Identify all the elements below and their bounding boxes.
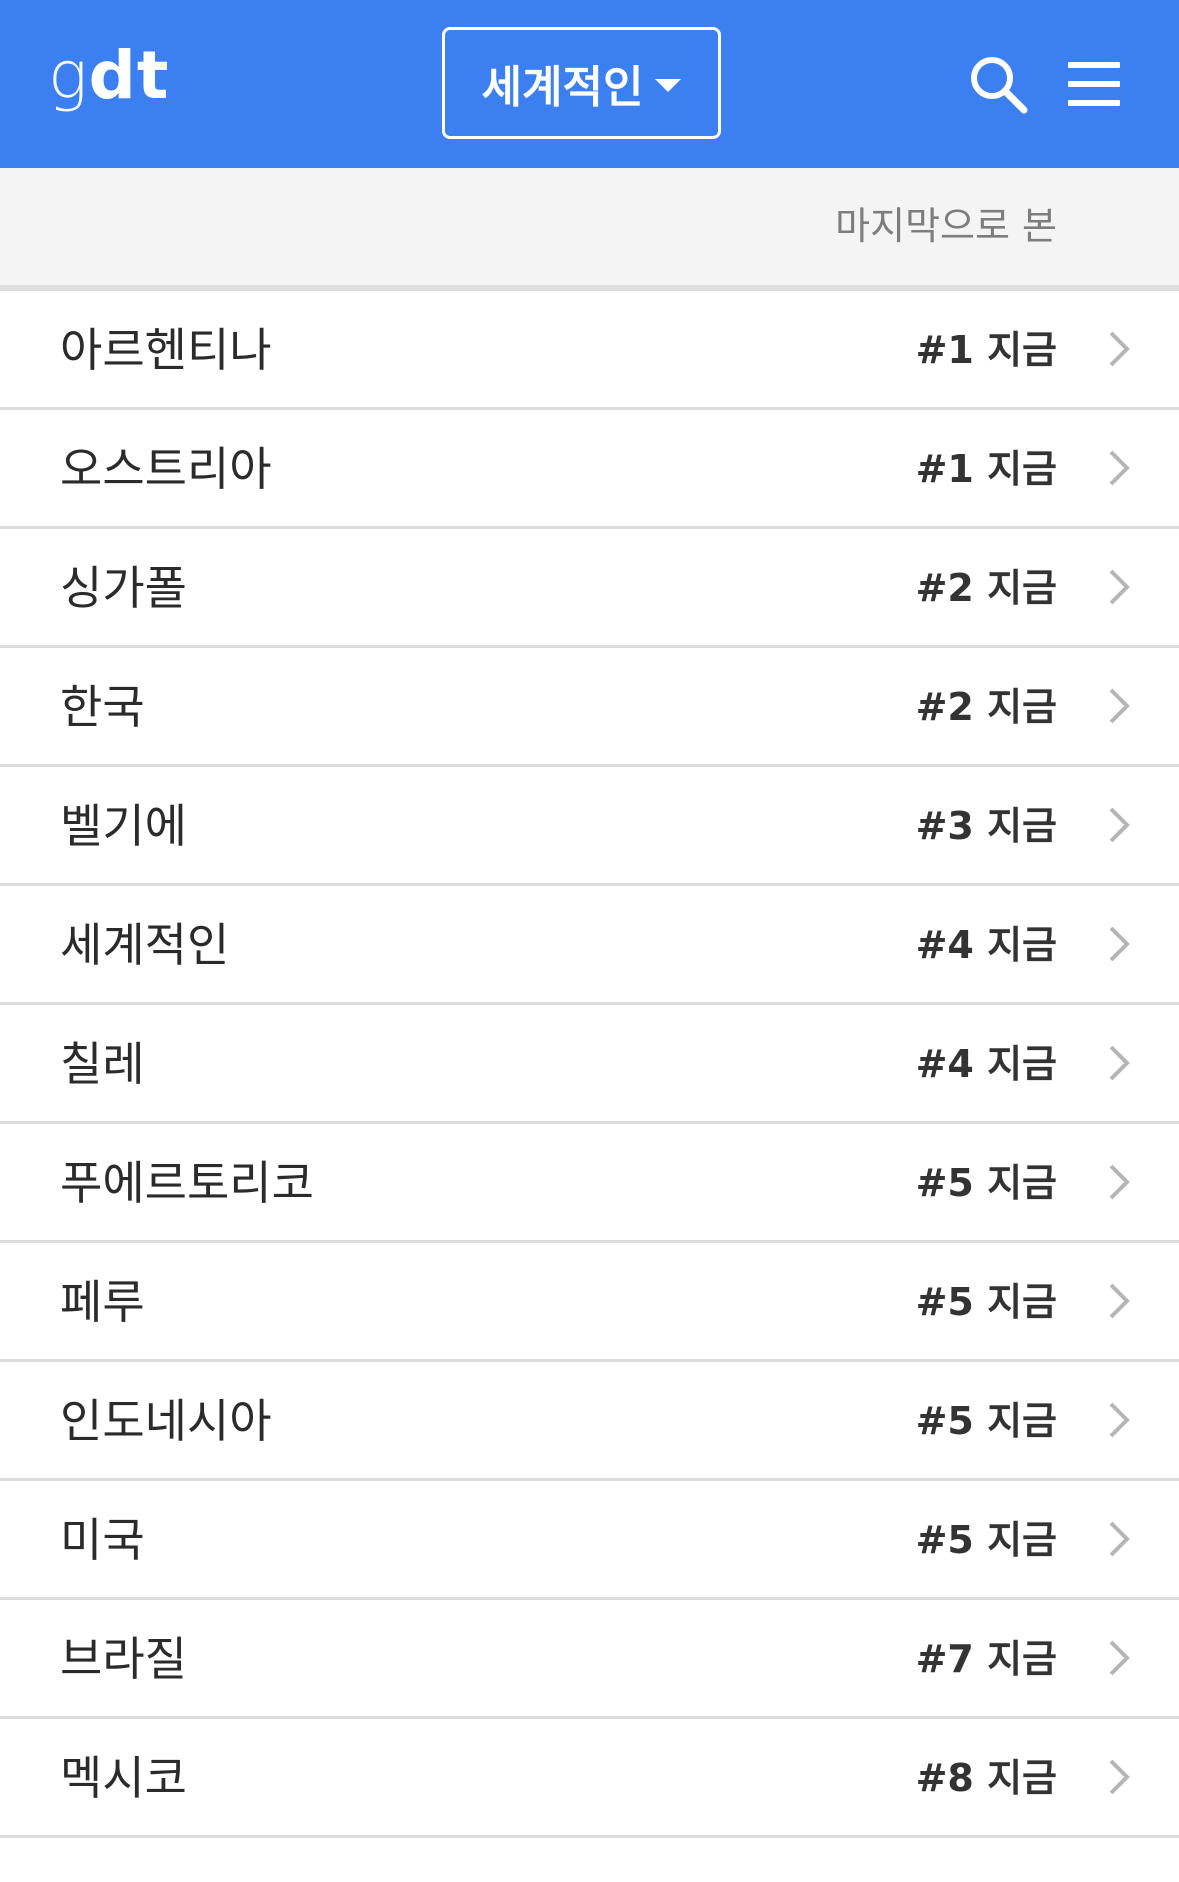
country-name: 페루: [60, 1275, 145, 1329]
list-item[interactable]: 싱가폴 #2 지금: [0, 529, 1179, 648]
country-name: 싱가폴: [60, 561, 187, 615]
list-item[interactable]: 인도네시아 #5 지금: [0, 1362, 1179, 1481]
rank-label: #8 지금: [915, 1756, 1057, 1800]
country-name: 브라질: [60, 1632, 187, 1686]
list-item[interactable]: 한국 #2 지금: [0, 648, 1179, 767]
list-item[interactable]: 미국 #5 지금: [0, 1481, 1179, 1600]
top-app-bar: gdt 세계적인: [0, 0, 1179, 168]
rank-label: #1 지금: [915, 328, 1057, 372]
country-name: 미국: [60, 1513, 145, 1567]
rank-label: #5 지금: [915, 1161, 1057, 1205]
country-name: 인도네시아: [60, 1394, 272, 1448]
country-name: 세계적인: [60, 918, 230, 972]
country-name: 멕시코: [60, 1751, 187, 1805]
chevron-right-icon: [1109, 450, 1130, 486]
rank-label: #5 지금: [915, 1399, 1057, 1443]
search-button[interactable]: [966, 52, 1030, 116]
rank-label: #2 지금: [915, 685, 1057, 729]
country-name: 한국: [60, 680, 145, 734]
list-item[interactable]: 푸에르토리코 #5 지금: [0, 1124, 1179, 1243]
region-dropdown-button[interactable]: 세계적인: [442, 27, 721, 139]
rank-label: #5 지금: [915, 1518, 1057, 1562]
country-name: 푸에르토리코: [60, 1156, 314, 1210]
rank-label: #2 지금: [915, 566, 1057, 610]
chevron-right-icon: [1109, 1164, 1130, 1200]
country-name: 아르헨티나: [60, 323, 272, 377]
rank-label: #5 지금: [915, 1280, 1057, 1324]
search-icon: [971, 57, 1028, 114]
last-viewed-bar: 마지막으로 본: [0, 168, 1179, 291]
country-list: 아르헨티나 #1 지금 오스트리아 #1 지금 싱가폴 #2 지금 한국 #2 …: [0, 291, 1179, 1838]
chevron-right-icon: [1109, 688, 1130, 724]
list-item[interactable]: 아르헨티나 #1 지금: [0, 291, 1179, 410]
chevron-right-icon: [1109, 1402, 1130, 1438]
chevron-right-icon: [1109, 926, 1130, 962]
country-name: 벨기에: [60, 799, 187, 853]
logo-letter-g: g: [48, 37, 89, 114]
rank-label: #4 지금: [915, 1042, 1057, 1086]
chevron-right-icon: [1109, 569, 1130, 605]
list-item[interactable]: 벨기에 #3 지금: [0, 767, 1179, 886]
list-item[interactable]: 오스트리아 #1 지금: [0, 410, 1179, 529]
chevron-right-icon: [1109, 1759, 1130, 1795]
menu-button[interactable]: [1064, 56, 1124, 112]
chevron-right-icon: [1109, 1045, 1130, 1081]
hamburger-menu-icon: [1068, 62, 1120, 106]
chevron-right-icon: [1109, 331, 1130, 367]
caret-down-icon: [655, 78, 682, 92]
chevron-right-icon: [1109, 807, 1130, 843]
list-item[interactable]: 멕시코 #8 지금: [0, 1719, 1179, 1838]
list-item[interactable]: 칠레 #4 지금: [0, 1005, 1179, 1124]
chevron-right-icon: [1109, 1521, 1130, 1557]
region-dropdown-label: 세계적인: [481, 62, 644, 113]
country-name: 오스트리아: [60, 442, 272, 496]
logo-letters-dt: dt: [88, 37, 170, 114]
last-viewed-label: 마지막으로 본: [835, 204, 1057, 248]
list-item[interactable]: 브라질 #7 지금: [0, 1600, 1179, 1719]
rank-label: #1 지금: [915, 447, 1057, 491]
rank-label: #3 지금: [915, 804, 1057, 848]
country-name: 칠레: [60, 1037, 145, 1091]
list-item[interactable]: 세계적인 #4 지금: [0, 886, 1179, 1005]
chevron-right-icon: [1109, 1283, 1130, 1319]
rank-label: #7 지금: [915, 1637, 1057, 1681]
list-item[interactable]: 페루 #5 지금: [0, 1243, 1179, 1362]
gdt-logo[interactable]: gdt: [48, 36, 169, 116]
chevron-right-icon: [1109, 1640, 1130, 1676]
rank-label: #4 지금: [915, 923, 1057, 967]
